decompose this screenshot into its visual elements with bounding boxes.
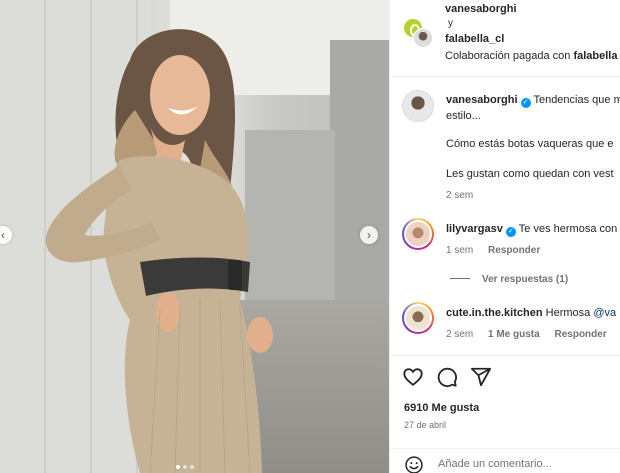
- comment-likes[interactable]: 1 Me gusta: [488, 329, 540, 340]
- post-date[interactable]: 27 de abril: [404, 420, 446, 430]
- carousel-next-button[interactable]: ›: [360, 226, 378, 244]
- caption-author-avatar[interactable]: [402, 90, 434, 122]
- emoji-icon[interactable]: [404, 455, 424, 473]
- paid-partnership-label: Colaboración pagada con falabella: [445, 50, 617, 62]
- collaborator-username[interactable]: falabella_cl: [445, 33, 504, 45]
- replies-line: [450, 278, 470, 279]
- comment-time[interactable]: 2 sem: [446, 329, 473, 340]
- paid-partnership-brand[interactable]: falabella: [573, 50, 617, 62]
- collab-avatars[interactable]: [403, 18, 433, 48]
- caption-line-3: Cómo estás botas vaqueras que e: [446, 138, 614, 150]
- verified-badge-icon: ✓: [505, 227, 516, 237]
- comment-meta: 2 sem 1 Me gusta Responder: [446, 329, 619, 340]
- add-comment-input[interactable]: Añade un comentario...: [438, 458, 552, 470]
- paid-partnership-prefix: Colaboración pagada con: [445, 50, 574, 62]
- view-replies-button[interactable]: Ver respuestas (1): [450, 274, 568, 285]
- post-side-panel: vanesaborghi y falabella_cl Colaboración…: [389, 0, 620, 473]
- comment-meta: 1 sem Responder: [446, 245, 552, 256]
- reply-button[interactable]: Responder: [488, 245, 540, 256]
- comment-avatar[interactable]: [402, 302, 434, 334]
- comment-time[interactable]: 1 sem: [446, 245, 473, 256]
- comment-username[interactable]: lilyvargasv: [446, 223, 503, 235]
- comment-avatar[interactable]: [402, 218, 434, 250]
- verified-badge-icon: ✓: [520, 98, 531, 108]
- share-icon[interactable]: [470, 366, 492, 388]
- comment-body: Te ves hermosa con: [518, 223, 618, 235]
- woman-figure: [45, 29, 273, 473]
- caption-text: vanesaborghi ✓ Tendencias que m estilo..…: [446, 92, 620, 124]
- comment-text: lilyvargasv ✓ Te ves hermosa con: [446, 221, 620, 237]
- caption-line-4: Les gustan como quedan con vest: [446, 168, 614, 180]
- author-username[interactable]: vanesaborghi: [445, 3, 517, 15]
- caption-meta: 2 sem: [446, 190, 485, 201]
- view-replies-label: Ver respuestas (1): [482, 274, 569, 285]
- comment-body: Hermosa: [545, 307, 594, 319]
- likes-count[interactable]: 6910 Me gusta: [404, 402, 479, 414]
- comment-icon[interactable]: [436, 366, 458, 388]
- caption-line-2: estilo...: [446, 110, 481, 122]
- chevron-left-icon: ‹: [1, 228, 5, 242]
- post-photo[interactable]: ‹ ›: [0, 0, 389, 473]
- chevron-right-icon: ›: [367, 228, 371, 242]
- comment-mention[interactable]: @va: [593, 307, 616, 319]
- comment-text: cute.in.the.kitchen Hermosa @va: [446, 305, 620, 321]
- add-comment-bar: Añade un comentario...: [390, 448, 620, 473]
- carousel-dot: [183, 465, 187, 469]
- post-header: vanesaborghi y falabella_cl Colaboración…: [390, 0, 620, 77]
- caption-time[interactable]: 2 sem: [446, 190, 473, 201]
- carousel-dot: [176, 465, 180, 469]
- carousel-dots: [176, 465, 194, 469]
- carousel-dot: [190, 465, 194, 469]
- author-avatar-small[interactable]: [413, 28, 433, 48]
- caption-username[interactable]: vanesaborghi: [446, 94, 518, 106]
- post-actions: 6910 Me gusta 27 de abril Añade un comen…: [390, 355, 620, 473]
- reply-button[interactable]: Responder: [554, 329, 606, 340]
- heart-icon[interactable]: [402, 366, 424, 388]
- comment-username[interactable]: cute.in.the.kitchen: [446, 307, 543, 319]
- caption-line-1: Tendencias que m: [533, 94, 620, 106]
- collab-connector: y: [448, 18, 453, 29]
